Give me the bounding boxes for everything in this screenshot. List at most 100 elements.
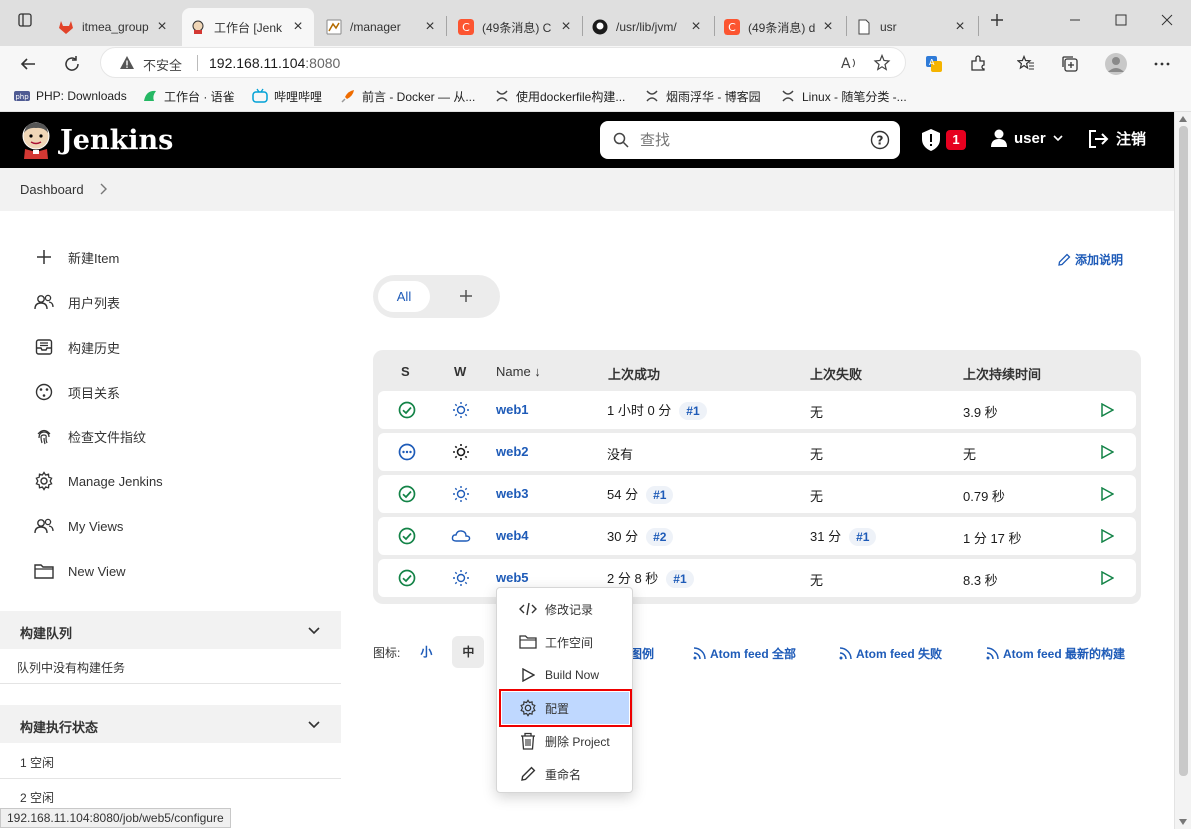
sunny-weather-icon[interactable] <box>452 401 470 419</box>
cloudy-weather-icon[interactable] <box>451 527 471 545</box>
task-manage-jenkins[interactable]: Manage Jenkins <box>34 469 163 493</box>
minimize-button[interactable] <box>1060 8 1090 32</box>
browser-tab-csdn-2[interactable]: C (49条消息) d × <box>716 8 844 46</box>
job-link[interactable]: web2 <box>496 444 529 459</box>
close-icon[interactable]: × <box>154 19 170 35</box>
task-fingerprint[interactable]: 检查文件指纹 <box>34 424 146 448</box>
chevron-right-icon[interactable] <box>98 182 108 196</box>
jenkins-home-link[interactable]: Jenkins <box>20 121 173 159</box>
favorite-add-icon[interactable] <box>873 54 891 72</box>
bookmark-yuque[interactable]: 工作台 · 语雀 <box>142 86 235 106</box>
column-last-duration[interactable]: 上次持续时间 <box>963 364 1041 383</box>
bookmark-linux[interactable]: Linux - 随笔分类 -... <box>780 86 907 106</box>
logout-button[interactable]: 注销 <box>1088 128 1146 149</box>
browser-tab-jenkins[interactable]: 工作台 [Jenk × <box>182 8 314 46</box>
close-icon[interactable]: × <box>290 19 306 35</box>
atom-feed-failures[interactable]: Atom feed 失败 <box>839 645 942 662</box>
bookmark-dockerfile[interactable]: 使用dockerfile构建... <box>494 86 625 106</box>
add-description-link[interactable]: 添加说明 <box>1057 251 1123 268</box>
browser-tab-csdn-1[interactable]: C (49条消息) C × <box>450 8 582 46</box>
sunny-weather-icon[interactable] <box>452 569 470 587</box>
column-status[interactable]: S <box>401 364 410 379</box>
maximize-button[interactable] <box>1106 8 1136 32</box>
close-icon[interactable]: × <box>820 19 836 35</box>
play-icon[interactable] <box>1100 487 1114 501</box>
bookmark-php[interactable]: php PHP: Downloads <box>14 86 127 106</box>
search-input[interactable] <box>640 129 860 151</box>
close-icon[interactable]: × <box>688 19 704 35</box>
warning-icon[interactable] <box>119 55 135 71</box>
task-new-view[interactable]: New View <box>34 559 126 583</box>
task-new-item[interactable]: 新建Item <box>34 245 119 269</box>
scroll-down-icon[interactable] <box>1179 819 1187 825</box>
play-icon[interactable] <box>1100 571 1114 585</box>
extensions-icon[interactable] <box>962 48 994 80</box>
play-icon[interactable] <box>1100 403 1114 417</box>
column-last-success[interactable]: 上次成功 <box>608 364 660 383</box>
browser-tab-usr[interactable]: usr × <box>848 8 976 46</box>
task-project-relationship[interactable]: 项目关系 <box>34 380 120 404</box>
executor-status-header[interactable]: 构建执行状态 <box>0 705 341 743</box>
task-people[interactable]: 用户列表 <box>34 290 120 314</box>
tab-actions-icon[interactable] <box>10 8 40 32</box>
success-status-icon[interactable] <box>398 527 416 545</box>
bookmark-docker[interactable]: 前言 - Docker — 从... <box>340 86 475 106</box>
play-icon[interactable] <box>1100 529 1114 543</box>
not-built-status-icon[interactable] <box>398 443 416 461</box>
sunny-weather-icon[interactable] <box>452 485 470 503</box>
collections-icon[interactable] <box>1054 48 1086 80</box>
add-view-icon[interactable] <box>456 286 476 306</box>
help-icon[interactable]: ? <box>870 130 890 150</box>
icon-size-medium[interactable]: 中 <box>452 636 485 668</box>
legend-link[interactable]: 图例 <box>630 645 654 662</box>
security-alerts-button[interactable]: 1 <box>920 128 966 152</box>
tab-all[interactable]: All <box>378 281 430 312</box>
job-link[interactable]: web4 <box>496 528 529 543</box>
menu-item-build-now[interactable]: Build Now <box>502 659 629 691</box>
task-build-history[interactable]: 构建历史 <box>34 335 120 359</box>
success-status-icon[interactable] <box>398 485 416 503</box>
translate-icon[interactable]: A <box>918 48 950 80</box>
close-icon[interactable]: × <box>952 19 968 35</box>
new-tab-button[interactable] <box>982 8 1012 32</box>
menu-item-changes[interactable]: 修改记录 <box>502 593 629 625</box>
url-field[interactable]: 不安全 192.168.11.104:8080 A <box>100 47 906 78</box>
browser-tab-github[interactable]: /usr/lib/jvm/ × <box>584 8 712 46</box>
build-number-link[interactable]: #1 <box>666 570 694 588</box>
user-menu[interactable]: user <box>990 128 1064 148</box>
menu-item-delete-project[interactable]: 删除 Project <box>502 725 629 757</box>
security-status[interactable]: 不安全 <box>143 55 182 74</box>
refresh-button[interactable] <box>56 48 88 80</box>
job-link[interactable]: web1 <box>496 402 529 417</box>
atom-feed-latest[interactable]: Atom feed 最新的构建 <box>986 645 1125 662</box>
scroll-up-icon[interactable] <box>1179 116 1187 122</box>
column-last-failure[interactable]: 上次失败 <box>810 364 862 383</box>
page-scrollbar[interactable] <box>1174 112 1191 829</box>
build-number-link[interactable]: #1 <box>679 402 707 420</box>
bookmark-bilibili[interactable]: 哔哩哔哩 <box>252 86 322 106</box>
scrollbar-thumb[interactable] <box>1179 126 1188 776</box>
build-number-link[interactable]: #2 <box>646 528 674 546</box>
column-name[interactable]: Name ↓ <box>496 364 541 379</box>
read-aloud-icon[interactable]: A <box>841 55 859 71</box>
bookmark-cnblogs[interactable]: 烟雨浮华 - 博客园 <box>644 86 761 106</box>
job-link[interactable]: web5 <box>496 570 529 585</box>
menu-item-configure[interactable]: 配置 <box>499 689 632 727</box>
profile-avatar[interactable] <box>1100 48 1132 80</box>
atom-feed-all[interactable]: Atom feed 全部 <box>693 645 796 662</box>
browser-tab-manager[interactable]: /manager × <box>318 8 446 46</box>
play-icon[interactable] <box>1100 445 1114 459</box>
job-link[interactable]: web3 <box>496 486 529 501</box>
close-icon[interactable]: × <box>558 19 574 35</box>
build-number-link[interactable]: #1 <box>646 486 674 504</box>
task-my-views[interactable]: My Views <box>34 514 123 538</box>
chevron-down-icon[interactable] <box>307 623 321 637</box>
close-icon[interactable]: × <box>422 19 438 35</box>
sunny-weather-icon[interactable] <box>452 443 470 461</box>
chevron-down-icon[interactable] <box>307 717 321 731</box>
breadcrumb-dashboard[interactable]: Dashboard <box>20 182 84 197</box>
more-icon[interactable] <box>1146 48 1178 80</box>
menu-item-rename[interactable]: 重命名 <box>502 758 629 790</box>
build-number-link[interactable]: #1 <box>849 528 877 546</box>
icon-size-small[interactable]: 小 <box>410 636 442 668</box>
